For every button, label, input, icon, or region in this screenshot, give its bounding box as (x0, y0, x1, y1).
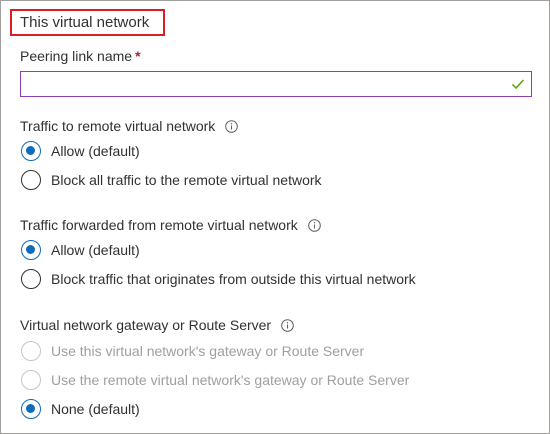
radio-label: Use the remote virtual network's gateway… (51, 372, 410, 388)
peering-link-name-label: Peering link name * (20, 48, 141, 64)
radio-gateway-none[interactable]: None (default) (21, 399, 140, 419)
radio-label: Use this virtual network's gateway or Ro… (51, 343, 365, 359)
radio-button[interactable] (21, 240, 41, 260)
peering-link-name-label-text: Peering link name (20, 48, 133, 64)
traffic-forwarded-label: Traffic forwarded from remote virtual ne… (20, 217, 321, 233)
radio-button (21, 341, 41, 361)
radio-label: Allow (default) (51, 242, 140, 258)
required-marker: * (135, 48, 141, 64)
radio-label: Block all traffic to the remote virtual … (51, 172, 322, 188)
radio-gateway-use-remote: Use the remote virtual network's gateway… (21, 370, 409, 390)
section-title: This virtual network (10, 9, 165, 36)
radio-traffic-to-remote-block[interactable]: Block all traffic to the remote virtual … (21, 170, 322, 190)
traffic-to-remote-label: Traffic to remote virtual network (20, 118, 239, 134)
radio-button[interactable] (21, 269, 41, 289)
radio-traffic-forwarded-allow[interactable]: Allow (default) (21, 240, 140, 260)
radio-traffic-forwarded-block[interactable]: Block traffic that originates from outsi… (21, 269, 416, 289)
radio-button[interactable] (21, 141, 41, 161)
radio-label: Block traffic that originates from outsi… (51, 271, 416, 287)
checkmark-icon (511, 79, 525, 90)
radio-button[interactable] (21, 170, 41, 190)
radio-traffic-to-remote-allow[interactable]: Allow (default) (21, 141, 140, 161)
info-icon[interactable] (281, 319, 294, 332)
peering-link-name-input[interactable] (20, 71, 532, 97)
gateway-label-text: Virtual network gateway or Route Server (20, 317, 272, 333)
virtual-network-peering-form: This virtual network Peering link name * … (0, 0, 550, 434)
radio-gateway-use-this: Use this virtual network's gateway or Ro… (21, 341, 364, 361)
gateway-label: Virtual network gateway or Route Server (20, 317, 294, 333)
radio-button (21, 370, 41, 390)
traffic-to-remote-label-text: Traffic to remote virtual network (20, 118, 216, 134)
traffic-forwarded-label-text: Traffic forwarded from remote virtual ne… (20, 217, 298, 233)
radio-button[interactable] (21, 399, 41, 419)
radio-label: None (default) (51, 401, 140, 417)
radio-label: Allow (default) (51, 143, 140, 159)
info-icon[interactable] (225, 120, 239, 133)
info-icon[interactable] (307, 219, 321, 232)
